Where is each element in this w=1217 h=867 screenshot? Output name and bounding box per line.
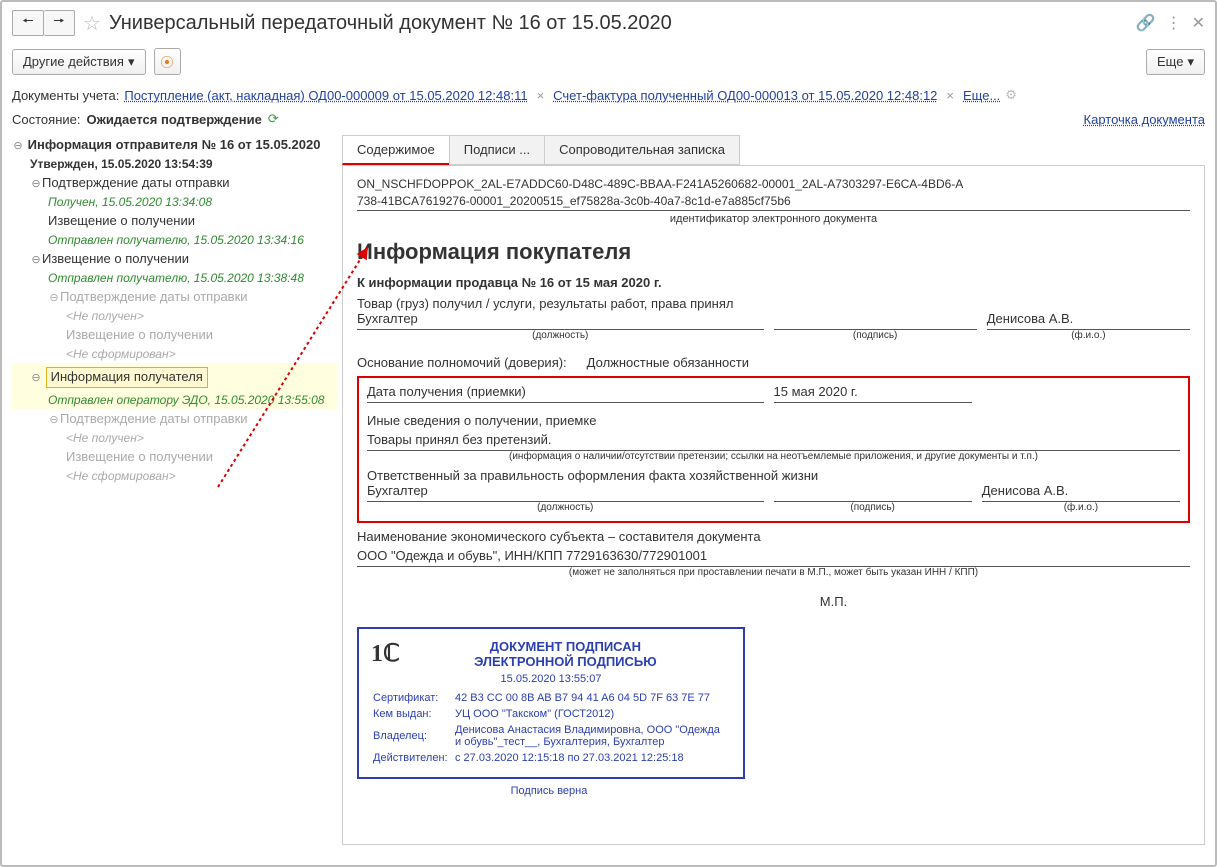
collapse-icon[interactable]	[12, 139, 24, 152]
collapse-icon[interactable]	[30, 371, 42, 384]
tree-node[interactable]: Извещение о получении	[48, 213, 195, 228]
refresh-icon[interactable]: ⟳	[268, 111, 279, 127]
tree-status: <Не получен>	[66, 309, 144, 323]
basis-value: Должностные обязанности	[587, 355, 749, 370]
highlighted-block: Дата получения (приемки) 15 мая 2020 г. …	[357, 376, 1190, 523]
section-title: Информация покупателя	[357, 239, 1190, 265]
sign-valid-label: Подпись верна	[357, 785, 741, 797]
fio-value: Денисова А.В.	[982, 483, 1180, 502]
tree-node[interactable]: Подтверждение даты отправки	[60, 411, 248, 426]
more-button[interactable]: Еще ▾	[1146, 49, 1205, 75]
hierarchy-button[interactable]: ⦿	[154, 48, 181, 75]
tree-status: <Не получен>	[66, 431, 144, 445]
tree-status: <Не сформирован>	[66, 469, 176, 483]
position-value: Бухгалтер	[357, 311, 764, 330]
tree-status: <Не сформирован>	[66, 347, 176, 361]
collapse-icon[interactable]	[48, 291, 60, 304]
remove-link-icon[interactable]: ×	[533, 88, 549, 103]
responsible-label: Ответственный за правильность оформления…	[367, 468, 1180, 483]
tree-node[interactable]: Подтверждение даты отправки	[42, 175, 230, 190]
tree-root-status: Утвержден, 15.05.2020 13:54:39	[30, 157, 213, 171]
collapse-icon[interactable]	[30, 253, 42, 266]
tab-signatures[interactable]: Подписи ...	[449, 135, 545, 165]
other-label: Иные сведения о получении, приемке	[367, 413, 1180, 428]
collapse-icon[interactable]	[48, 413, 60, 426]
date-value: 15 мая 2020 г.	[774, 384, 972, 403]
basis-label: Основание полномочий (доверия):	[357, 355, 567, 370]
card-link[interactable]: Карточка документа	[1084, 112, 1205, 127]
tree-status: Отправлен получателю, 15.05.2020 13:38:4…	[48, 271, 304, 285]
more-docs-link[interactable]: Еще...	[963, 88, 1000, 103]
subject-note: (может не заполняться при проставлении п…	[357, 567, 1190, 578]
identifier-caption: идентификатор электронного документа	[357, 213, 1190, 225]
back-button[interactable]: 🠔	[12, 10, 44, 36]
signature-placeholder	[774, 311, 977, 330]
subject-value: ООО "Одежда и обувь", ИНН/КПП 7729163630…	[357, 548, 1190, 567]
date-label: Дата получения (приемки)	[367, 384, 764, 403]
menu-dots-icon[interactable]: ⋮	[1166, 13, 1182, 33]
hierarchy-icon: ⦿	[161, 52, 174, 71]
tab-cover-note[interactable]: Сопроводительная записка	[544, 135, 740, 165]
tree-status: Отправлен оператору ЭДО, 15.05.2020 13:5…	[48, 393, 324, 407]
stamp-placeholder: М.П.	[477, 594, 1190, 609]
received-label: Товар (груз) получил / услуги, результат…	[357, 296, 1190, 311]
status-label: Состояние:	[12, 112, 80, 127]
link-icon[interactable]: 🔗	[1136, 13, 1156, 33]
subject-label: Наименование экономического субъекта – с…	[357, 529, 1190, 544]
position-value: Бухгалтер	[367, 483, 764, 502]
tree-node[interactable]: Извещение о получении	[66, 449, 213, 464]
tree-status: Отправлен получателю, 15.05.2020 13:34:1…	[48, 233, 304, 247]
other-note: (информация о наличии/отсутствии претенз…	[367, 451, 1180, 462]
tree-node[interactable]: Извещение о получении	[42, 251, 189, 266]
tree-node[interactable]: Извещение о получении	[66, 327, 213, 342]
other-actions-button[interactable]: Другие действия ▾	[12, 49, 146, 75]
doc-link-2[interactable]: Счет-фактура полученный ОД00-000013 от 1…	[553, 88, 937, 103]
chevron-down-icon: ▾	[1187, 54, 1194, 70]
status-value: Ожидается подтверждение	[86, 112, 261, 127]
signature-placeholder	[774, 483, 972, 502]
favorite-icon[interactable]: ☆	[83, 11, 101, 36]
tree-node-selected[interactable]: Информация получателя	[46, 367, 208, 388]
document-tree: Информация отправителя № 16 от 15.05.202…	[12, 135, 342, 845]
signature-stamp: 1ℂ ДОКУМЕНТ ПОДПИСАН ЭЛЕКТРОННОЙ ПОДПИСЬ…	[357, 627, 745, 779]
sign-timestamp: 15.05.2020 13:55:07	[371, 673, 731, 685]
chevron-down-icon: ▾	[128, 54, 135, 70]
tree-node[interactable]: Подтверждение даты отправки	[60, 289, 248, 304]
page-title: Универсальный передаточный документ № 16…	[109, 12, 672, 35]
tree-status: Получен, 15.05.2020 13:34:08	[48, 195, 212, 209]
remove-link-icon[interactable]: ×	[942, 88, 958, 103]
other-value: Товары принял без претензий.	[367, 432, 1180, 451]
document-content: ON_NSCHFDOPPOK_2AL-E7ADDC60-D48C-489C-BB…	[342, 165, 1205, 845]
seller-ref: К информации продавца № 16 от 15 мая 202…	[357, 275, 1190, 290]
tree-root[interactable]: Информация отправителя № 16 от 15.05.202…	[28, 137, 321, 152]
doc-link-1[interactable]: Поступление (акт, накладная) ОД00-000009…	[124, 88, 527, 103]
tab-content[interactable]: Содержимое	[342, 135, 450, 165]
accounting-docs-label: Документы учета:	[12, 88, 119, 103]
gear-icon[interactable]: ⚙	[1005, 87, 1017, 103]
fio-value: Денисова А.В.	[987, 311, 1190, 330]
1c-logo: 1ℂ	[371, 639, 400, 669]
collapse-icon[interactable]	[30, 177, 42, 190]
forward-button[interactable]: 🠖	[44, 10, 75, 36]
document-identifier: ON_NSCHFDOPPOK_2AL-E7ADDC60-D48C-489C-BB…	[357, 176, 1190, 211]
close-icon[interactable]: ✕	[1192, 13, 1205, 33]
